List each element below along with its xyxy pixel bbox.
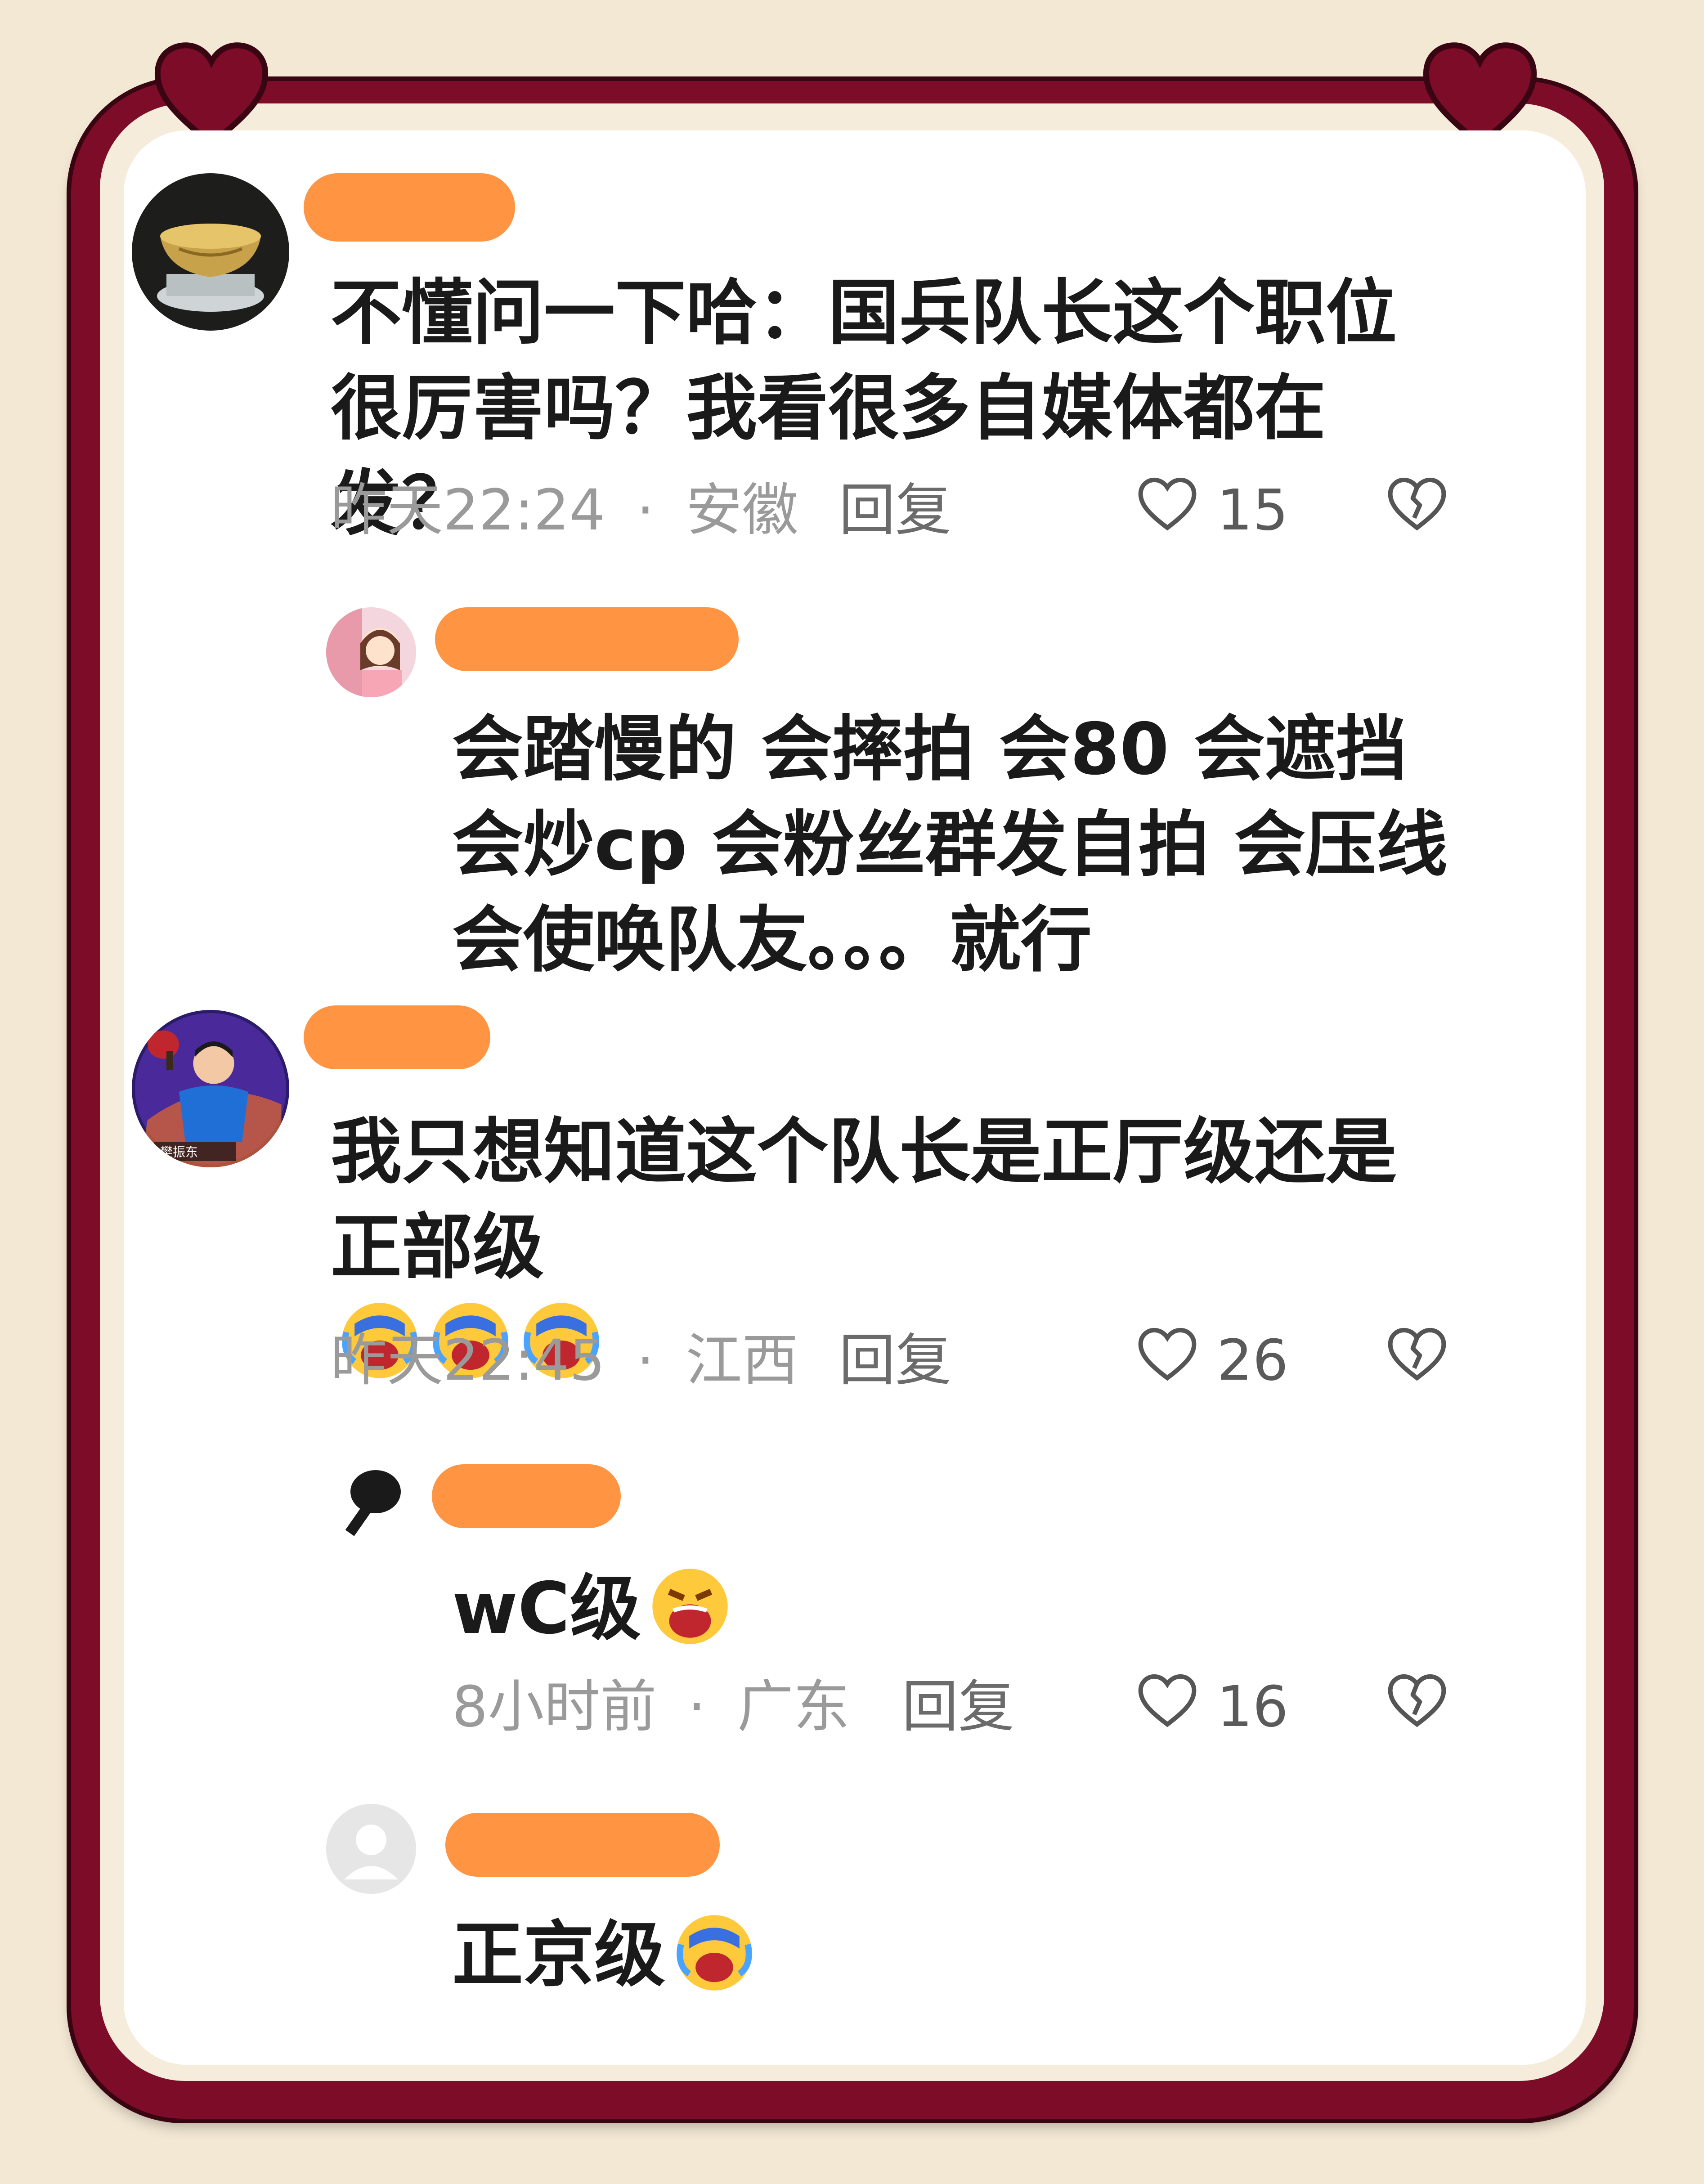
- dislike-broken-heart-icon[interactable]: [1383, 1667, 1451, 1734]
- comment-time: 昨天22:45: [331, 1328, 605, 1393]
- comment-location: 江西: [686, 1328, 798, 1393]
- golden-bowl-avatar[interactable]: [132, 173, 289, 331]
- reply-text-with-emoji: 正京级: [452, 1907, 1491, 2003]
- meta-separator: ·: [688, 1674, 706, 1740]
- username-redacted[interactable]: [304, 1005, 490, 1069]
- like-count: 15: [1217, 478, 1289, 543]
- paddle-avatar[interactable]: [326, 1457, 416, 1547]
- like-heart-icon[interactable]: [1134, 470, 1201, 538]
- comment-card: 不懂问一下哈：国兵队长这个职位很厉害吗？我看很多自媒体都在发？ 昨天22:24 …: [124, 130, 1586, 2065]
- table-tennis-player-avatar[interactable]: 樊振东: [132, 1010, 289, 1167]
- reply-button[interactable]: 回复: [902, 1673, 1014, 1741]
- like-count: 26: [1217, 1328, 1289, 1393]
- reply-text: 会踏慢的 会摔拍 会80 会遮挡 会炒cp 会粉丝群发自拍 会压线 会使唤队友。…: [452, 708, 1448, 982]
- comment-time: 8小时前: [452, 1674, 657, 1740]
- comment-meta: 昨天22:45 · 江西: [331, 1327, 798, 1395]
- dislike-broken-heart-icon[interactable]: [1383, 1320, 1451, 1388]
- comment-text: 我只想知道这个队长是正厅级还是正部级: [331, 1111, 1397, 1289]
- like-count: 16: [1217, 1674, 1289, 1740]
- like-heart-icon[interactable]: [1134, 1320, 1201, 1388]
- reply-text: wC级: [452, 1567, 641, 1650]
- comment-meta: 8小时前 · 广东: [452, 1673, 850, 1741]
- comment-time: 昨天22:24: [331, 478, 605, 543]
- username-redacted[interactable]: [432, 1464, 621, 1528]
- reply-button[interactable]: 回复: [839, 1327, 951, 1395]
- comment-meta: 昨天22:24 · 安徽: [331, 477, 798, 544]
- reply-button[interactable]: 回复: [839, 477, 951, 544]
- comment-location: 安徽: [686, 478, 798, 543]
- meta-separator: ·: [636, 1328, 655, 1393]
- default-user-avatar[interactable]: [326, 1804, 416, 1894]
- username-redacted[interactable]: [435, 607, 739, 671]
- meta-separator: ·: [636, 478, 655, 543]
- like-heart-icon[interactable]: [1134, 1667, 1201, 1734]
- svg-text:樊振东: 樊振东: [160, 1145, 198, 1160]
- reply-text-with-emoji: wC级: [452, 1561, 1491, 1656]
- reply-text: 正京级: [452, 1914, 665, 1996]
- username-redacted[interactable]: [304, 173, 515, 242]
- screaming-cry-emoji-icon: [648, 1565, 732, 1648]
- dislike-broken-heart-icon[interactable]: [1383, 470, 1451, 538]
- comment-location: 广东: [737, 1674, 850, 1740]
- cartoon-girl-avatar[interactable]: [326, 607, 416, 697]
- laugh-cry-emoji-icon: [673, 1911, 756, 1995]
- username-redacted[interactable]: [445, 1813, 720, 1877]
